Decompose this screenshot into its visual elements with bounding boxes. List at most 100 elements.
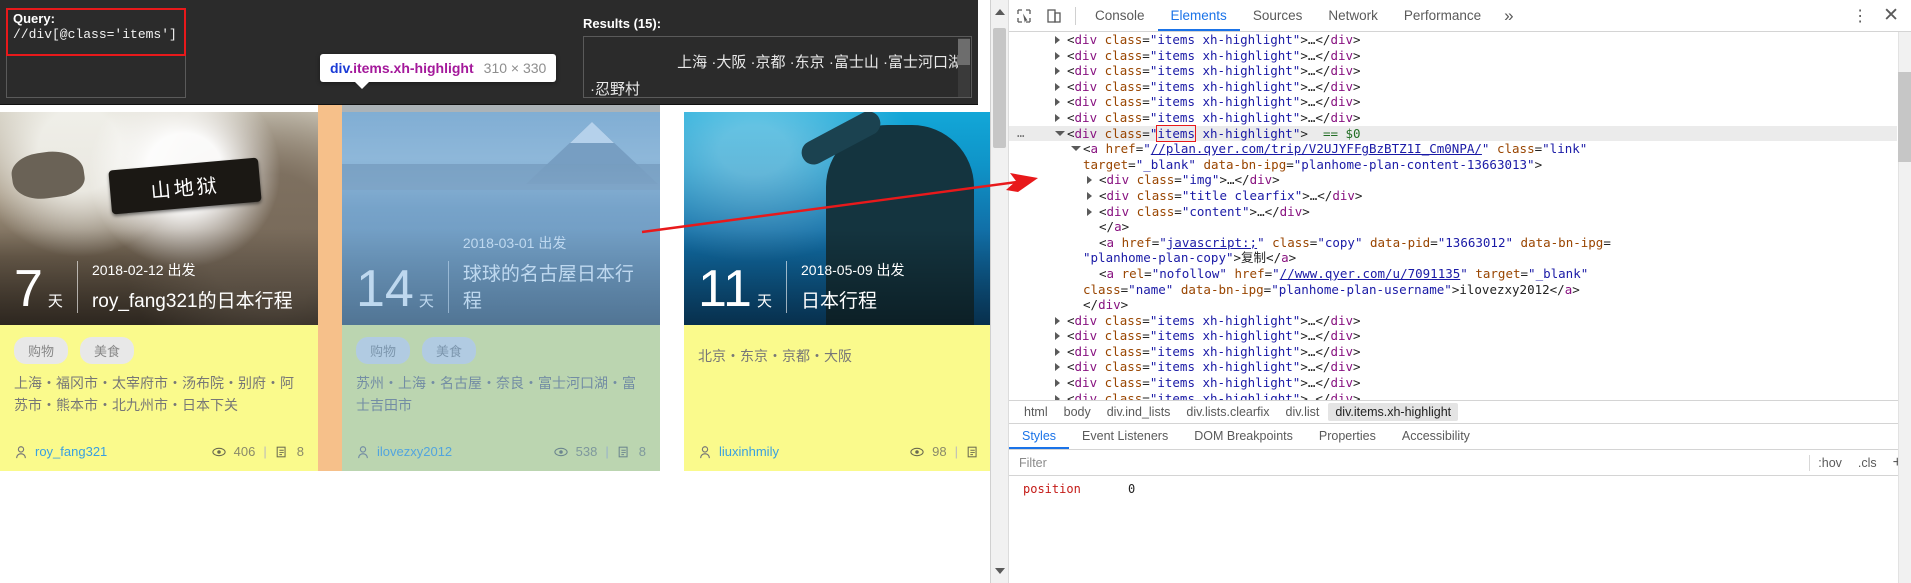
dom-node[interactable]: <a href="javascript:;" class="copy" data… (1009, 235, 1897, 251)
device-toolbar-icon[interactable] (1039, 1, 1069, 31)
author-link[interactable]: roy_fang321 (14, 444, 107, 459)
tab-sources[interactable]: Sources (1240, 0, 1316, 31)
scroll-thumb[interactable] (993, 28, 1006, 148)
dom-node[interactable]: <a href="//plan.qyer.com/trip/V2UJYFFgBz… (1009, 141, 1897, 157)
inspect-element-icon[interactable] (1009, 1, 1039, 31)
trip-card[interactable]: 山地狱 7 天 2018-02-12 出发 roy_fang321的日本行程 购… (0, 112, 318, 471)
dom-node[interactable]: target="_blank" data-bn-ipg="planhome-pl… (1009, 157, 1897, 173)
author-link[interactable]: liuxinhmily (698, 444, 779, 459)
dom-node-selected[interactable]: … <div class="items xh-highlight"> == $0 (1009, 124, 1897, 142)
chevron-right-icon[interactable] (1055, 363, 1060, 372)
scroll-up-icon[interactable] (995, 9, 1005, 15)
tag-item[interactable]: 美食 (80, 337, 135, 364)
breadcrumb-item[interactable]: div.lists.clearfix (1179, 403, 1276, 421)
tag-item[interactable]: 美食 (422, 337, 477, 364)
styles-tab-properties[interactable]: Properties (1306, 424, 1389, 449)
css-property-name[interactable]: position (1023, 482, 1081, 496)
dom-node[interactable]: <div class="items xh-highlight">…</div> (1009, 79, 1897, 95)
tab-performance[interactable]: Performance (1391, 0, 1494, 31)
breadcrumb-item[interactable]: div.list (1279, 403, 1327, 421)
trip-card[interactable]: 11 天 2018-05-09 出发 日本行程 北京・东京・京都・大阪 liux… (684, 112, 1002, 471)
overlay-divider (786, 261, 787, 313)
filter-input[interactable]: Filter (1009, 456, 1809, 470)
dom-node[interactable]: "planhome-plan-copy">复制</a> (1009, 250, 1897, 266)
dom-scrollbar[interactable] (1898, 32, 1911, 583)
dom-node-markup: <div class="items xh-highlight">…</div> (1067, 390, 1361, 400)
chevron-right-icon[interactable] (1055, 316, 1060, 325)
tooltip-classes: .items.xh-highlight (349, 60, 474, 76)
dom-node[interactable]: <div class="items xh-highlight">…</div> (1009, 328, 1897, 344)
chevron-down-icon[interactable] (1071, 146, 1081, 152)
dom-node[interactable]: <div class="items xh-highlight">…</div> (1009, 110, 1897, 126)
trip-title[interactable]: 日本行程 (801, 286, 905, 313)
styles-tab-accessibility[interactable]: Accessibility (1389, 424, 1483, 449)
styles-tab-event-listeners[interactable]: Event Listeners (1069, 424, 1181, 449)
dom-node[interactable]: </div> (1009, 297, 1897, 313)
dom-node[interactable]: <a rel="nofollow" href="//www.qyer.com/u… (1009, 266, 1897, 282)
close-icon[interactable]: ✕ (1879, 4, 1911, 27)
trip-title[interactable]: 球球的名古屋日本行程 (463, 259, 646, 313)
results-line-1: 上海 ·大阪 ·京都 ·东京 ·富士山 ·富士河口湖 (677, 54, 963, 71)
chevron-right-icon[interactable] (1087, 176, 1092, 185)
card-overlay: 7 天 2018-02-12 出发 roy_fang321的日本行程 (0, 260, 318, 315)
chevron-right-icon[interactable] (1055, 113, 1060, 122)
dom-node[interactable]: <div class="items xh-highlight">…</div> (1009, 344, 1897, 360)
chevron-right-icon[interactable] (1055, 379, 1060, 388)
cls-button[interactable]: .cls (1850, 456, 1885, 470)
hov-button[interactable]: :hov (1810, 456, 1850, 470)
chevron-right-icon[interactable] (1055, 332, 1060, 341)
dom-node[interactable]: <div class="items xh-highlight">…</div> (1009, 32, 1897, 48)
page-scrollbar[interactable] (991, 0, 1009, 583)
author-name: liuxinhmily (719, 444, 779, 459)
styles-tab-styles[interactable]: Styles (1009, 424, 1070, 449)
styles-tab-dom-breakpoints[interactable]: DOM Breakpoints (1181, 424, 1306, 449)
tag-item[interactable]: 购物 (356, 337, 411, 364)
css-property-value[interactable]: 0 (1088, 482, 1135, 496)
settings-kebab-icon[interactable]: ⋮ (1842, 6, 1879, 26)
results-scroll-thumb[interactable] (958, 39, 970, 65)
trip-title[interactable]: roy_fang321的日本行程 (92, 286, 293, 313)
user-icon (16, 445, 26, 458)
breadcrumb-item[interactable]: div.items.xh-highlight (1328, 403, 1459, 421)
dom-node[interactable]: </a> (1009, 219, 1897, 235)
chevron-right-icon[interactable] (1087, 191, 1092, 200)
breadcrumb-item[interactable]: html (1017, 403, 1055, 421)
tab-network[interactable]: Network (1315, 0, 1391, 31)
dom-node[interactable]: <div class="items xh-highlight">…</div> (1009, 48, 1897, 64)
dom-scroll-thumb[interactable] (1898, 72, 1911, 162)
dom-node[interactable]: <div class="content">…</div> (1009, 204, 1897, 220)
tag-item[interactable]: 购物 (14, 337, 69, 364)
dom-node[interactable]: <div class="items xh-highlight">…</div> (1009, 63, 1897, 79)
dom-node[interactable]: class="name" data-bn-ipg="planhome-plan-… (1009, 282, 1897, 298)
chevron-right-icon[interactable] (1055, 51, 1060, 60)
dom-node-markup: <div class="items xh-highlight">…</div> (1067, 359, 1361, 375)
dom-node[interactable]: <div class="img">…</div> (1009, 172, 1897, 188)
dom-node[interactable]: <div class="items xh-highlight">…</div> (1009, 391, 1897, 400)
chevron-right-icon[interactable] (1055, 82, 1060, 91)
chevron-right-icon[interactable] (1055, 67, 1060, 76)
dom-tree[interactable]: <div class="items xh-highlight">…</div> <… (1009, 32, 1897, 400)
chevron-right-icon[interactable] (1055, 36, 1060, 44)
card-stats: 406 | 8 (212, 444, 304, 459)
styles-pane: position 0 (1009, 476, 1911, 583)
dom-node[interactable]: <div class="items xh-highlight">…</div> (1009, 375, 1897, 391)
dom-node[interactable]: <div class="items xh-highlight">…</div> (1009, 94, 1897, 110)
results-panel[interactable]: 上海 ·大阪 ·京都 ·东京 ·富士山 ·富士河口湖 ·忍野村 (583, 36, 972, 98)
xpath-helper-bar: Query: //div[@class='items'] Results (15… (0, 0, 978, 105)
scroll-down-icon[interactable] (995, 568, 1005, 574)
trip-card-selected[interactable]: 14 天 2018-03-01 出发 球球的名古屋日本行程 购物 美食 苏州・上… (342, 112, 660, 471)
chevron-right-icon[interactable] (1055, 347, 1060, 356)
author-link[interactable]: ilovezxy2012 (356, 444, 452, 459)
breadcrumb-item[interactable]: div.ind_lists (1100, 403, 1178, 421)
chevron-right-icon[interactable] (1087, 207, 1092, 216)
dom-node[interactable]: <div class="items xh-highlight">…</div> (1009, 359, 1897, 375)
dom-node[interactable]: <div class="title clearfix">…</div> (1009, 188, 1897, 204)
chevron-down-icon[interactable] (1055, 130, 1065, 136)
dom-node-markup: <div class="items xh-highlight">…</div> (1067, 328, 1361, 344)
more-tabs-icon[interactable]: » (1494, 6, 1523, 26)
dom-node[interactable]: <div class="items xh-highlight">…</div> (1009, 313, 1897, 329)
tab-console[interactable]: Console (1082, 0, 1158, 31)
chevron-right-icon[interactable] (1055, 98, 1060, 107)
tab-elements[interactable]: Elements (1157, 0, 1240, 31)
breadcrumb-item[interactable]: body (1057, 403, 1098, 421)
